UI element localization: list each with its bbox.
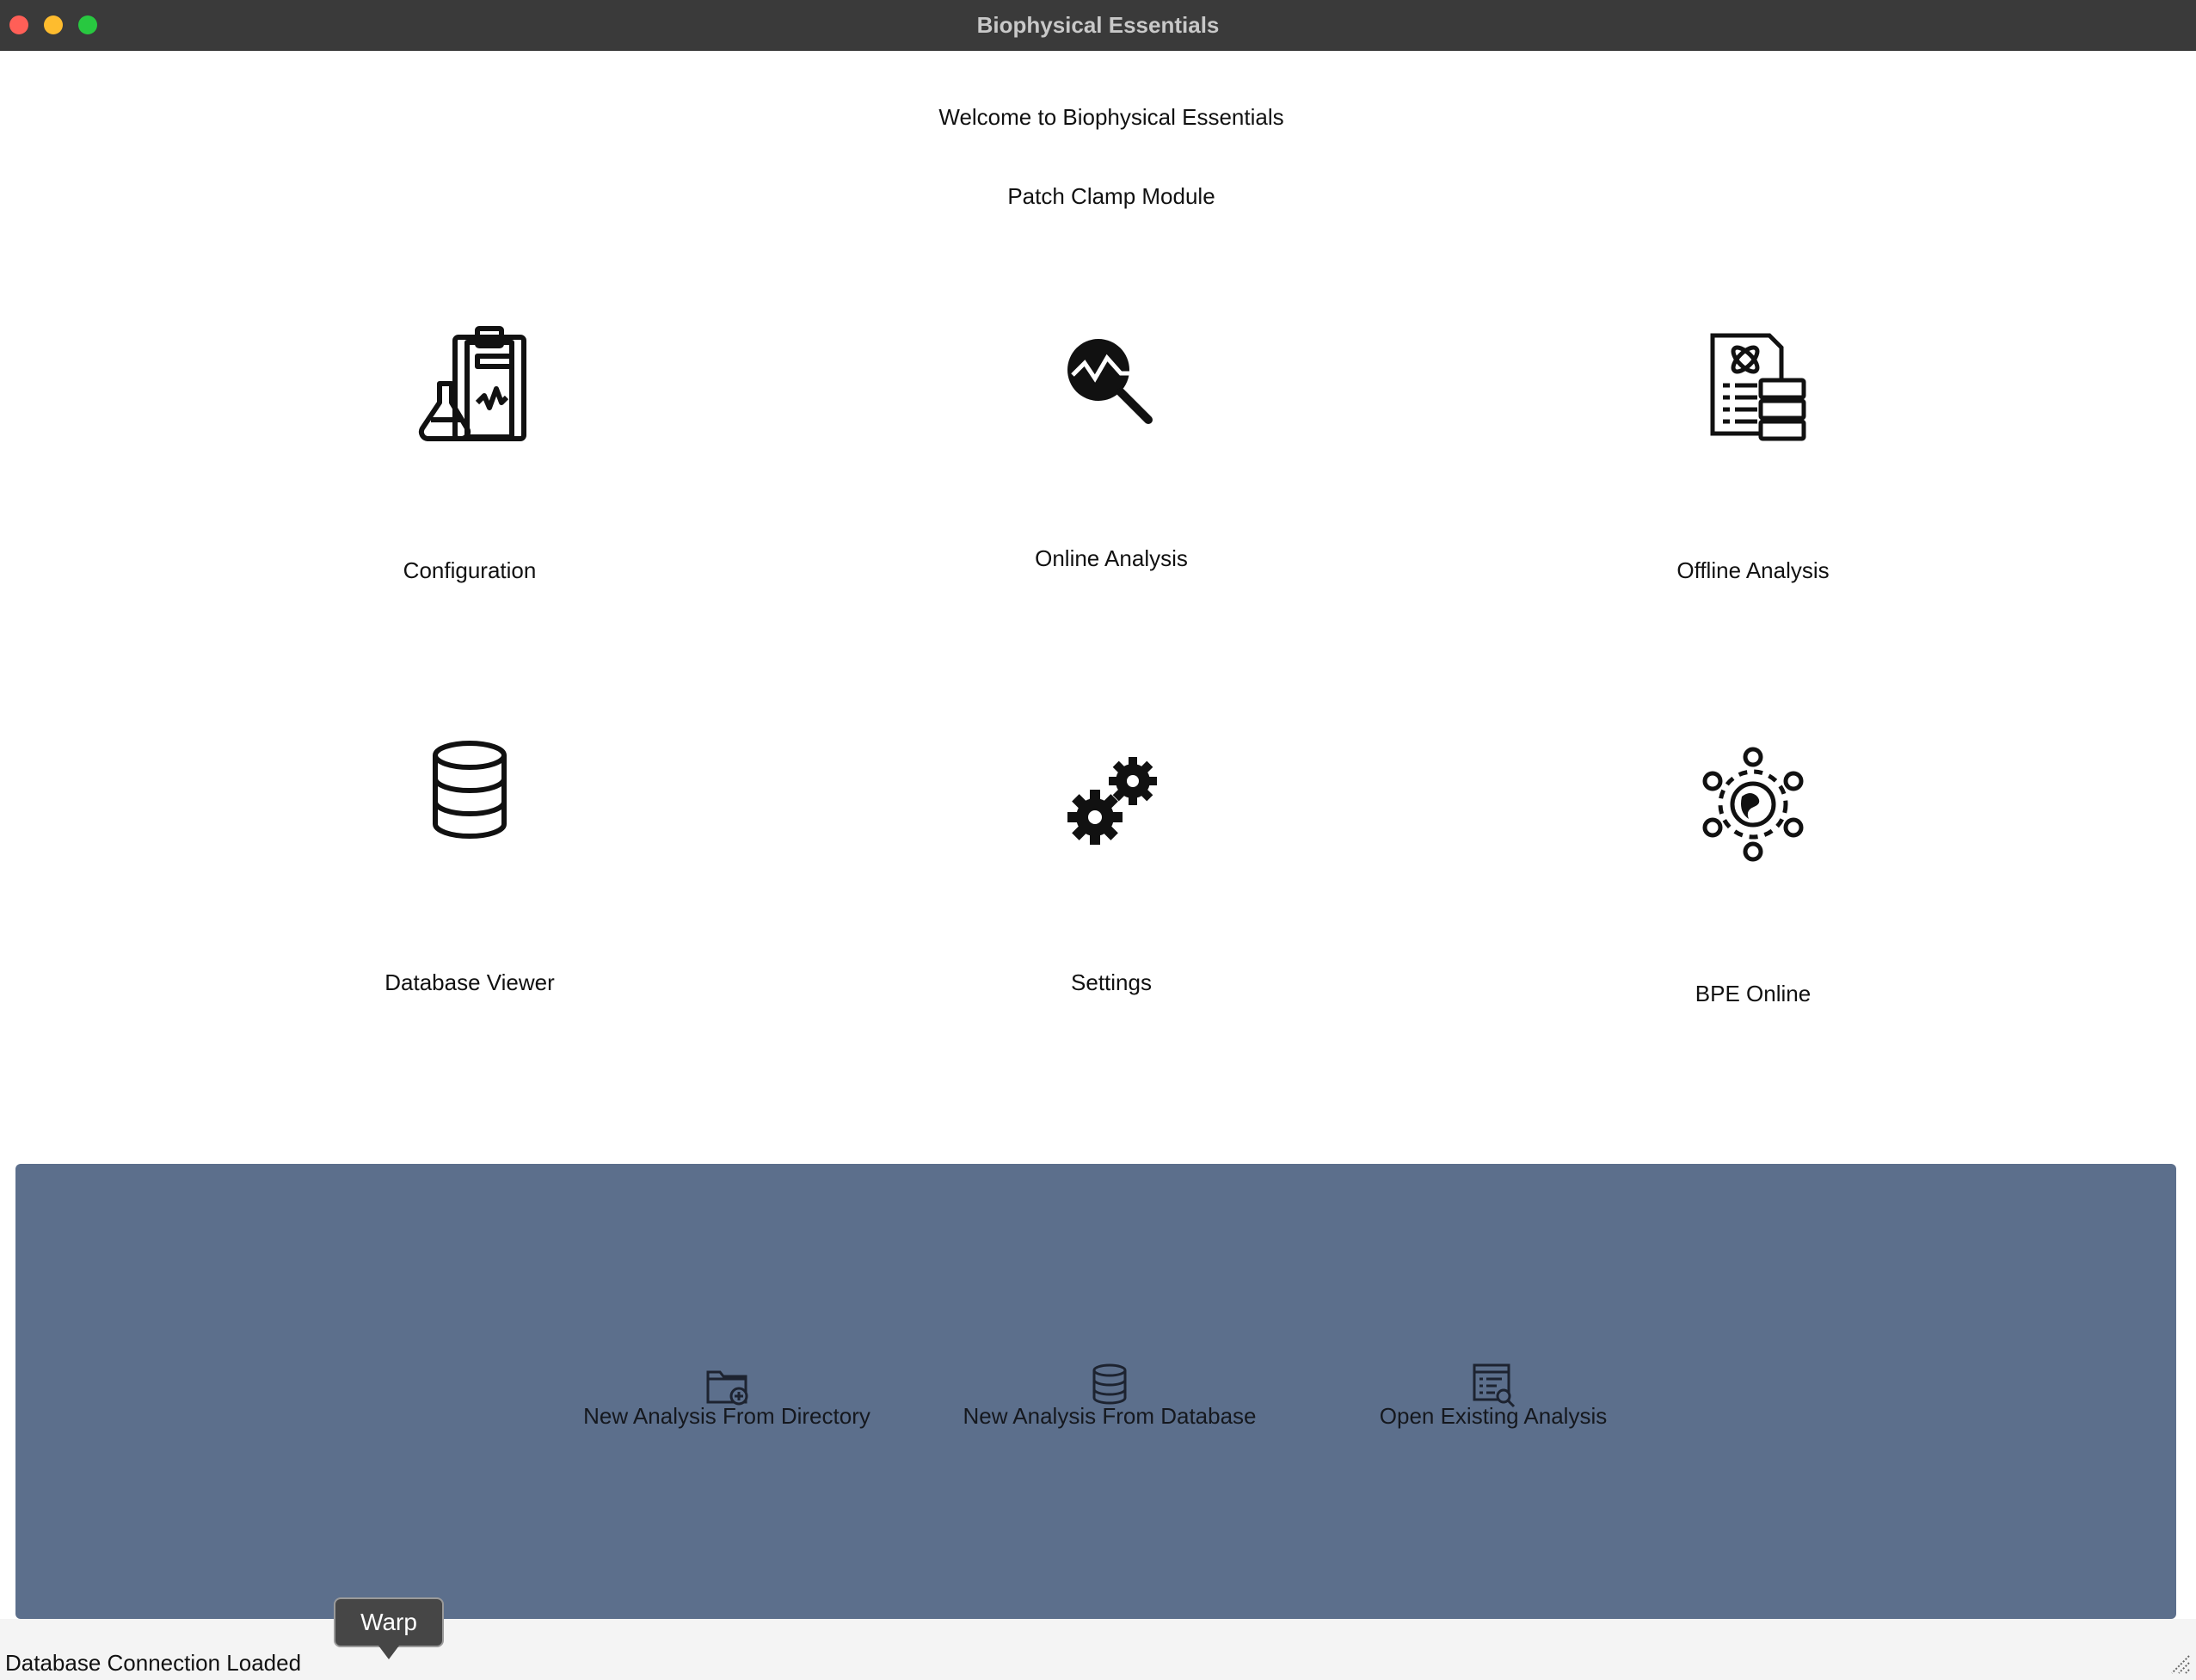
open-existing-analysis-label: Open Existing Analysis (1379, 1403, 1608, 1429)
resize-grip-icon[interactable] (2167, 1651, 2191, 1675)
module-heading: Patch Clamp Module (1007, 183, 1215, 209)
offline-analysis-tile[interactable]: Offline Analysis (1555, 310, 1951, 619)
clipboard-flask-icon (418, 326, 526, 441)
warp-tooltip: Warp (334, 1597, 444, 1659)
database-icon (1092, 1363, 1127, 1405)
database-icon (433, 741, 507, 839)
bpe-online-label: BPE Online (1695, 981, 1812, 1006)
database-viewer-label: Database Viewer (384, 969, 555, 995)
database-viewer-tile[interactable]: Database Viewer (272, 731, 667, 1041)
settings-label: Settings (1071, 969, 1152, 995)
analysis-panel: New Analysis From Directory New Analysis… (15, 1164, 2176, 1619)
bpe-online-tile[interactable]: BPE Online (1555, 731, 1951, 1041)
open-existing-analysis-button[interactable]: Open Existing Analysis (1349, 1360, 1638, 1446)
status-bar: Database Connection Loaded (0, 1619, 2196, 1680)
new-analysis-from-directory-label: New Analysis From Directory (583, 1403, 870, 1429)
title-bar: Biophysical Essentials (0, 0, 2196, 51)
magnifier-waveform-icon (1067, 339, 1153, 424)
window-title: Biophysical Essentials (976, 12, 1220, 38)
new-analysis-from-database-label: New Analysis From Database (963, 1403, 1257, 1429)
document-atom-stack-icon (1710, 333, 1806, 441)
online-analysis-label: Online Analysis (1035, 545, 1188, 571)
new-analysis-from-database-button[interactable]: New Analysis From Database (946, 1360, 1273, 1446)
settings-tile[interactable]: Settings (913, 731, 1309, 1041)
offline-analysis-label: Offline Analysis (1676, 557, 1830, 583)
folder-add-icon (706, 1370, 748, 1406)
configuration-label: Configuration (403, 557, 537, 583)
online-analysis-tile[interactable]: Online Analysis (913, 310, 1309, 619)
globe-network-icon (1702, 747, 1804, 862)
new-analysis-from-directory-button[interactable]: New Analysis From Directory (559, 1360, 895, 1446)
welcome-heading: Welcome to Biophysical Essentials (938, 104, 1284, 130)
configuration-tile[interactable]: Configuration (272, 310, 667, 619)
report-search-icon (1473, 1363, 1516, 1408)
status-text: Database Connection Loaded (5, 1650, 302, 1676)
gears-icon (1067, 757, 1157, 845)
